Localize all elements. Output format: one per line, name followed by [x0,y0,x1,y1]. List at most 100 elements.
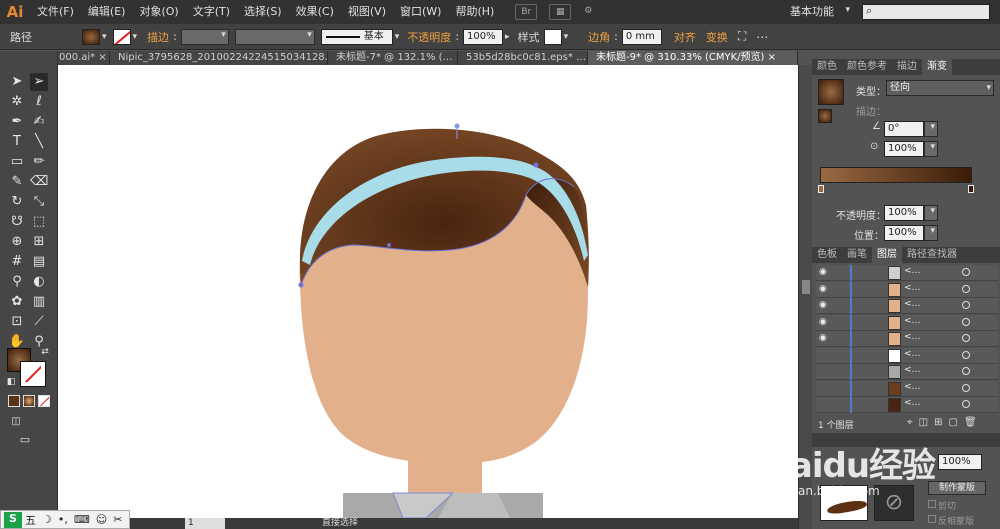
layer-name[interactable]: <… [904,283,921,293]
menu-effect[interactable]: 效果(C) [289,0,341,24]
layer-row[interactable]: ◉ <… [816,265,998,281]
ime-mode-icon[interactable]: 五 [25,512,36,528]
drawing-mode-icon[interactable]: ◫ [7,413,25,431]
anchor-point-1[interactable] [298,282,304,288]
isolate-icon[interactable]: ⛶ [738,29,746,44]
stroke-swatch[interactable] [112,28,131,45]
menu-help[interactable]: 帮助(H) [448,0,501,24]
layer-target-icon[interactable] [962,284,970,293]
layer-name[interactable]: <… [904,365,921,375]
column-graph-tool-icon[interactable]: ▥ [30,293,48,311]
layer-target-icon[interactable] [962,268,970,276]
layer-name[interactable]: <… [904,299,921,309]
tab-color[interactable]: 颜色 [812,59,842,75]
anchor-point-2[interactable] [387,243,391,247]
transparency-opacity-field[interactable]: 100% [938,454,982,470]
layer-row[interactable]: <… [816,397,998,413]
pen-tool-icon[interactable]: ✒ [8,113,26,131]
arrange-documents-icon[interactable]: ▦ [549,4,572,20]
make-mask-button[interactable]: 制作蒙版 [928,481,986,495]
default-colors-icon[interactable]: ◧ [2,373,20,391]
corner-label[interactable]: 边角 [588,29,610,45]
menu-window[interactable]: 窗口(W) [393,0,448,24]
magic-wand-tool-icon[interactable]: ✲ [8,93,26,111]
layer-target-icon[interactable] [962,317,970,326]
scale-tool-icon[interactable]: ⤡ [30,193,48,211]
gradient-tool-icon[interactable]: ▤ [30,253,48,271]
tab-document-4[interactable]: 53b5d28bc0c81.eps* … [458,51,588,65]
bridge-icon[interactable]: Br [515,4,538,20]
mask-placeholder[interactable]: ⊘ [874,485,914,521]
warp-tool-icon[interactable]: ☋ [8,213,26,231]
anchor-point-3[interactable] [533,162,539,168]
shape-builder-tool-icon[interactable]: ⊕ [8,233,26,251]
transform-link[interactable]: 变换 [706,29,728,45]
visibility-eye-icon[interactable]: ◉ [819,300,827,310]
layer-row[interactable]: ◉ <… [816,331,998,347]
variable-width-dropdown[interactable] [234,28,315,45]
delete-layer-icon[interactable]: 🗑 [964,417,983,428]
locate-object-icon[interactable]: ⌖ [907,417,919,428]
eraser-tool-icon[interactable]: ⌫ [30,173,48,191]
screen-mode-icon[interactable]: ▭ [16,431,34,449]
tab-color-guide[interactable]: 颜色参考 [842,59,892,75]
layer-target-icon[interactable] [962,350,970,359]
line-tool-icon[interactable]: ╲ [30,133,48,151]
mesh-tool-icon[interactable]: # [8,253,26,271]
make-clip-mask-icon[interactable]: ◫ [919,417,934,428]
stroke-dropdown-icon[interactable]: ▾ [133,32,138,42]
artboard-tool-icon[interactable]: ⊡ [8,313,26,331]
layer-row[interactable]: ◉ <… [816,298,998,314]
style-chevron-icon[interactable]: ▾ [564,32,569,42]
gradient-location-dropdown[interactable] [924,225,938,241]
visibility-eye-icon[interactable]: ◉ [819,333,827,343]
visibility-eye-icon[interactable]: ◉ [819,284,827,294]
blend-tool-icon[interactable]: ◐ [30,273,48,291]
layer-target-icon[interactable] [962,400,970,408]
free-transform-tool-icon[interactable]: ⬚ [30,213,48,231]
transparency-thumbnail[interactable] [820,485,868,521]
visibility-eye-icon[interactable]: ◉ [819,267,827,277]
gradient-stroke-swatch[interactable] [818,109,832,123]
new-sublayer-icon[interactable]: ⊞ [934,417,948,428]
layer-target-icon[interactable] [962,334,970,342]
invert-mask-checkbox[interactable] [928,515,936,523]
layer-name[interactable]: <… [904,266,921,276]
tab-pathfinder[interactable]: 路径查找器 [902,247,962,263]
stroke-weight-dropdown[interactable] [180,28,229,45]
brush-style-dropdown[interactable]: 基本 [320,28,393,45]
layer-row[interactable]: ◉ <… [816,281,998,298]
fill-dropdown-icon[interactable]: ▾ [102,32,107,42]
opacity-label[interactable]: 不透明度 [407,29,451,45]
layer-name[interactable]: <… [904,398,921,408]
layer-row[interactable]: <… [816,380,998,397]
gradient-location-field[interactable]: 100% [884,225,924,241]
aspect-ratio-field[interactable]: 100% [884,141,924,157]
aspect-ratio-dropdown[interactable] [924,141,938,157]
menu-file[interactable]: 文件(F) [30,0,81,24]
layer-target-icon[interactable] [962,367,970,375]
align-link[interactable]: 对齐 [674,29,696,45]
tab-document-3[interactable]: 未标题-7* @ 132.1% (… [328,51,458,65]
user-icon[interactable]: ☺ [96,513,107,526]
symbol-sprayer-tool-icon[interactable]: ✿ [8,293,26,311]
rotate-tool-icon[interactable]: ↻ [8,193,26,211]
layer-name[interactable]: <… [904,316,921,326]
stroke-color-box[interactable] [20,361,46,387]
canvas-vertical-scrollbar[interactable] [798,65,812,529]
sogou-icon[interactable]: S [4,511,22,528]
keyboard-icon[interactable]: ⌨ [74,513,90,526]
stroke-label[interactable]: 描边 [147,29,169,45]
scrollbar-thumb[interactable] [802,280,810,294]
opacity-field[interactable]: 100% [463,28,504,45]
perspective-grid-tool-icon[interactable]: ⊞ [30,233,48,251]
layer-target-icon[interactable] [962,301,970,309]
help-search-input[interactable] [862,4,990,20]
ime-toolbar[interactable]: S 五 ☽ •, ⌨ ☺ ✂ [0,510,130,529]
gradient-mode-button[interactable] [23,395,35,407]
gradient-ramp[interactable] [820,167,972,183]
color-mode-button[interactable] [8,395,20,407]
workspace-switcher[interactable]: 基本功能 [790,0,834,24]
corner-radius-field[interactable]: 0 mm [621,28,662,45]
tools-icon[interactable]: ✂ [113,513,122,526]
